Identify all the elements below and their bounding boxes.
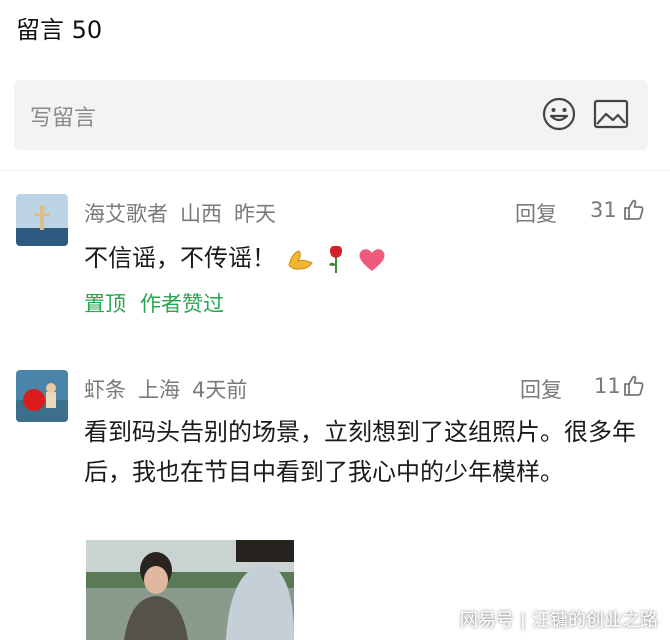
avatar[interactable] [16, 370, 68, 422]
comment-text: 看到码头告别的场景，立刻想到了这组照片。很多年后，我也在节目中看到了我心中的少年… [84, 418, 636, 486]
comment-time: 4天前 [192, 378, 248, 402]
like-count[interactable]: 11 [594, 374, 621, 398]
avatar-image [16, 370, 68, 422]
comment-text: 不信谣，不传谣！ [84, 244, 276, 272]
photo-image [86, 540, 294, 640]
comment-meta: 虾条 上海 4天前 [84, 374, 259, 404]
comment-body: 不信谣，不传谣！ [84, 238, 644, 278]
thumbs-up-icon[interactable] [622, 198, 646, 222]
avatar-image [16, 194, 68, 246]
watermark-author: 汪镛的创业之路 [532, 610, 658, 631]
comment-time: 昨天 [234, 202, 276, 226]
compose-placeholder[interactable]: 写留言 [30, 100, 96, 132]
watermark-brand: 网易号 [459, 610, 514, 631]
author-liked-tag: 作者赞过 [140, 292, 224, 316]
commenter-location: 山西 [180, 202, 222, 226]
commenter-name[interactable]: 虾条 [84, 378, 126, 402]
reply-button[interactable]: 回复 [515, 198, 557, 228]
source-watermark: 网易号 | 汪镛的创业之路 [460, 606, 658, 632]
image-icon[interactable] [592, 96, 630, 132]
comment-count-title: 留言 50 [16, 16, 103, 44]
comment-photo[interactable] [86, 540, 294, 640]
avatar[interactable] [16, 194, 68, 246]
comment-tags: 置顶 作者赞过 [84, 288, 238, 318]
reply-button[interactable]: 回复 [520, 374, 562, 404]
commenter-name[interactable]: 海艾歌者 [84, 202, 168, 226]
watermark-separator: | [519, 610, 526, 631]
heart-emoji-icon [359, 249, 385, 271]
comment-compose-box[interactable]: 写留言 [14, 80, 648, 150]
like-count[interactable]: 31 [590, 198, 617, 222]
fist-bump-emoji-icon [288, 250, 313, 270]
section-divider [0, 170, 670, 171]
rose-emoji-icon [329, 245, 343, 273]
thumbs-up-icon[interactable] [622, 374, 646, 398]
emoji-smile-icon[interactable] [541, 96, 577, 132]
pinned-tag: 置顶 [84, 292, 126, 316]
commenter-location: 上海 [138, 378, 180, 402]
comment-meta: 海艾歌者 山西 昨天 [84, 198, 288, 228]
